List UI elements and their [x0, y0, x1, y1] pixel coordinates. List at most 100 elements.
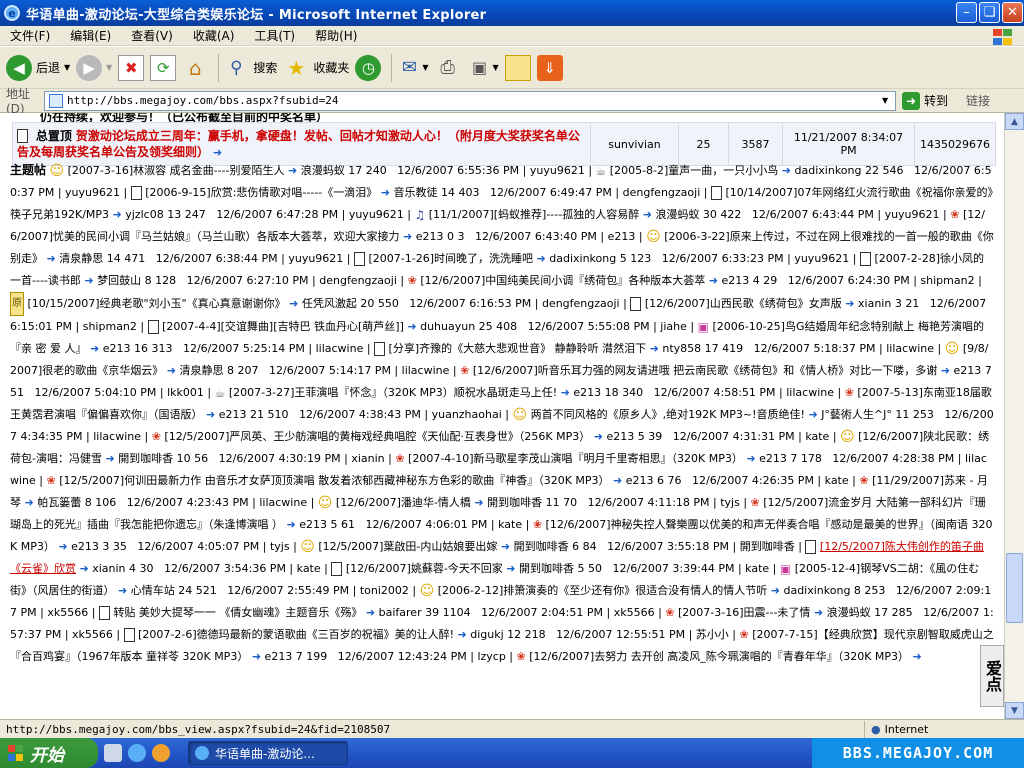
- topic-last-poster[interactable]: e213: [608, 230, 636, 243]
- topic-title-link[interactable]: [2007-1-26]时间晚了，洗洗睡吧: [369, 252, 534, 265]
- topic-author-stats[interactable]: 梦回鼓山 8 128: [97, 274, 176, 287]
- restore-button[interactable]: ❏: [979, 2, 1000, 23]
- topic-last-poster[interactable]: tyjs: [270, 540, 290, 553]
- chevron-down-icon[interactable]: ▼: [422, 63, 428, 72]
- forward-button[interactable]: ▶ ▼: [76, 51, 112, 85]
- topic-author-stats[interactable]: yjzlc08 13 247: [125, 208, 205, 221]
- topic-last-poster[interactable]: xk5566: [614, 606, 655, 619]
- topic-author-stats[interactable]: J°藝術人生^J° 11 253: [821, 408, 934, 421]
- topic-last-poster[interactable]: lilacwine: [402, 364, 450, 377]
- topic-last-poster[interactable]: lzycp: [477, 650, 505, 663]
- topic-author-stats[interactable]: 開到咖啡香 6 84: [514, 540, 597, 553]
- goto-arrow-icon[interactable]: ➜: [87, 342, 103, 355]
- topic-title-link[interactable]: 两首不同风格的《原乡人》,绝对192K MP3~!音质绝佳!: [531, 408, 805, 421]
- topic-last-poster[interactable]: dengfengzaoji: [623, 186, 701, 199]
- topic-title-link[interactable]: [2007-3-16]田震---未了情: [678, 606, 810, 619]
- goto-arrow-icon[interactable]: ➜: [203, 408, 219, 421]
- topic-title-link[interactable]: [11/1/2007][蚂蚁推荐]----孤独的人容易醉: [429, 208, 639, 221]
- goto-arrow-icon[interactable]: ➜: [743, 452, 759, 465]
- topic-last-poster[interactable]: dengfengzaoji: [319, 274, 397, 287]
- goto-arrow-icon[interactable]: ➜: [805, 408, 821, 421]
- goto-arrow-icon[interactable]: ➜: [285, 164, 301, 177]
- topic-author-stats[interactable]: dadixinkong 8 253: [783, 584, 885, 597]
- topic-title-link[interactable]: [12/6/2007]去努力 去开创 高凌风_陈今珮演唱的『青春年华』（320K…: [529, 650, 909, 663]
- topic-last-poster[interactable]: shipman2: [83, 320, 137, 333]
- topic-author-stats[interactable]: 開到咖啡香 11 70: [487, 496, 577, 509]
- topic-author-stats[interactable]: 開到咖啡香 10 56: [118, 452, 208, 465]
- close-button[interactable]: ✕: [1002, 2, 1023, 23]
- goto-arrow-icon[interactable]: ➜: [810, 606, 826, 619]
- ie-quicklaunch-icon[interactable]: [128, 744, 146, 762]
- goto-arrow-icon[interactable]: ➜: [377, 186, 393, 199]
- topic-author-stats[interactable]: 清泉静思 14 471: [59, 252, 145, 265]
- back-button[interactable]: ◀ 后退 ▼: [6, 51, 70, 85]
- topic-last-poster[interactable]: xianin: [351, 452, 384, 465]
- menu-file[interactable]: 文件(F): [0, 27, 60, 44]
- goto-arrow-icon[interactable]: ➜: [557, 386, 573, 399]
- topic-last-poster[interactable]: lilacwine: [786, 386, 834, 399]
- topic-author-stats[interactable]: e213 7 178: [759, 452, 822, 465]
- topic-title-link[interactable]: [12/6/2007]姚蘇蓉-今天不回家: [346, 562, 503, 575]
- topic-author-stats[interactable]: xianin 4 30: [92, 562, 153, 575]
- history-button[interactable]: ◷: [355, 51, 382, 85]
- topic-last-poster[interactable]: 苏小小: [696, 628, 729, 641]
- topic-last-poster[interactable]: yuyu9621: [65, 186, 120, 199]
- topic-last-poster[interactable]: yuyu9621: [530, 164, 585, 177]
- topic-title-link[interactable]: [2007-4-10]新马歌星李茂山演唱『明月千里寄相思』（320K MP3）: [408, 452, 743, 465]
- topic-author-stats[interactable]: 開到咖啡香 5 50: [519, 562, 602, 575]
- goto-arrow-icon[interactable]: ➜: [248, 650, 264, 663]
- topic-author-stats[interactable]: 浪漫蚂蚁 17 240: [301, 164, 387, 177]
- topic-last-poster[interactable]: kate: [498, 518, 522, 531]
- goto-arrow-icon[interactable]: ➜: [163, 364, 179, 377]
- topic-author-stats[interactable]: e213 5 39: [606, 430, 662, 443]
- scroll-down-icon[interactable]: ▼: [1005, 702, 1024, 719]
- topic-last-poster[interactable]: tyjs: [720, 496, 740, 509]
- goto-arrow-icon[interactable]: ➜: [109, 208, 125, 221]
- goto-arrow-icon[interactable]: ➜: [81, 274, 97, 287]
- topic-title-link[interactable]: [分享]齐豫的《大慈大悲观世音》 静静聆听 潸然泪下: [389, 342, 647, 355]
- topic-author-stats[interactable]: 心情车站 24 521: [131, 584, 217, 597]
- media-player-icon[interactable]: [152, 744, 170, 762]
- goto-arrow-icon[interactable]: ➜: [102, 452, 118, 465]
- topic-last-poster[interactable]: 開到咖啡香: [740, 540, 795, 553]
- topic-author-stats[interactable]: digukj 12 218: [470, 628, 545, 641]
- topic-title-link[interactable]: [2007-2-6]德德玛最新的蒙语歌曲《三百岁的祝福》美的让人醉!: [138, 628, 454, 641]
- goto-arrow-icon[interactable]: ➜: [767, 584, 783, 597]
- goto-arrow-icon[interactable]: ➜: [404, 320, 420, 333]
- topic-author-stats[interactable]: 浪漫蚂蚁 17 285: [827, 606, 913, 619]
- search-button[interactable]: ⚲ 搜索: [223, 51, 277, 85]
- goto-arrow-icon[interactable]: ➜: [400, 230, 416, 243]
- stop-button[interactable]: ✖: [118, 51, 145, 85]
- refresh-button[interactable]: ⟳: [150, 51, 177, 85]
- goto-arrow-icon[interactable]: ➜: [454, 628, 470, 641]
- topic-author-stats[interactable]: dadixinkong 5 123: [549, 252, 651, 265]
- chevron-down-icon[interactable]: ▼: [493, 63, 499, 72]
- goto-arrow-icon[interactable]: ➜: [362, 606, 378, 619]
- goto-arrow-icon[interactable]: ➜: [471, 496, 487, 509]
- print-button[interactable]: ⎙: [435, 51, 461, 85]
- topic-author-stats[interactable]: 帕瓦篓蕾 8 106: [37, 496, 116, 509]
- topic-title-link[interactable]: [2005-8-2]童声一曲，一只小小鸟: [610, 164, 779, 177]
- goto-arrow-icon[interactable]: ➜: [283, 518, 299, 531]
- topic-author-stats[interactable]: e213 16 313: [103, 342, 173, 355]
- edit-button[interactable]: ▣ ▼: [467, 51, 499, 85]
- start-button[interactable]: 开始: [0, 738, 98, 768]
- topic-last-poster[interactable]: toni2002: [360, 584, 409, 597]
- chevron-down-icon[interactable]: ▼: [106, 63, 112, 72]
- topic-author-stats[interactable]: nty858 17 419: [662, 342, 743, 355]
- goto-arrow-icon[interactable]: ➜: [646, 342, 662, 355]
- topic-last-poster[interactable]: kate: [805, 430, 829, 443]
- go-arrow-icon[interactable]: ➜: [902, 91, 920, 110]
- goto-arrow-icon[interactable]: ➜: [43, 252, 59, 265]
- topic-last-poster[interactable]: yuyu9621: [288, 252, 343, 265]
- topic-title-link[interactable]: [2007-3-16]林淑容 成名金曲----别爱陌生人: [68, 164, 285, 177]
- topic-title-link[interactable]: [12/5/2007]何训田最新力作 由音乐才女萨顶顶演唱 散发着浓郁西藏神秘东…: [59, 474, 609, 487]
- home-button[interactable]: ⌂: [182, 51, 208, 85]
- sticky-title-link[interactable]: 贺激动论坛成立三周年：赢手机，拿硬盘！发帖、回帖才知激动人心！（附月度大奖获奖名…: [17, 129, 580, 159]
- topic-last-poster[interactable]: lilacwine: [259, 496, 307, 509]
- chevron-down-icon[interactable]: ▼: [64, 63, 70, 72]
- topic-title-link[interactable]: [12/6/2007]潘迪华-情人橋: [336, 496, 471, 509]
- note-button[interactable]: [504, 51, 531, 85]
- mail-button[interactable]: ✉ ▼: [396, 51, 429, 85]
- topic-author-stats[interactable]: dadixinkong 22 546: [795, 164, 904, 177]
